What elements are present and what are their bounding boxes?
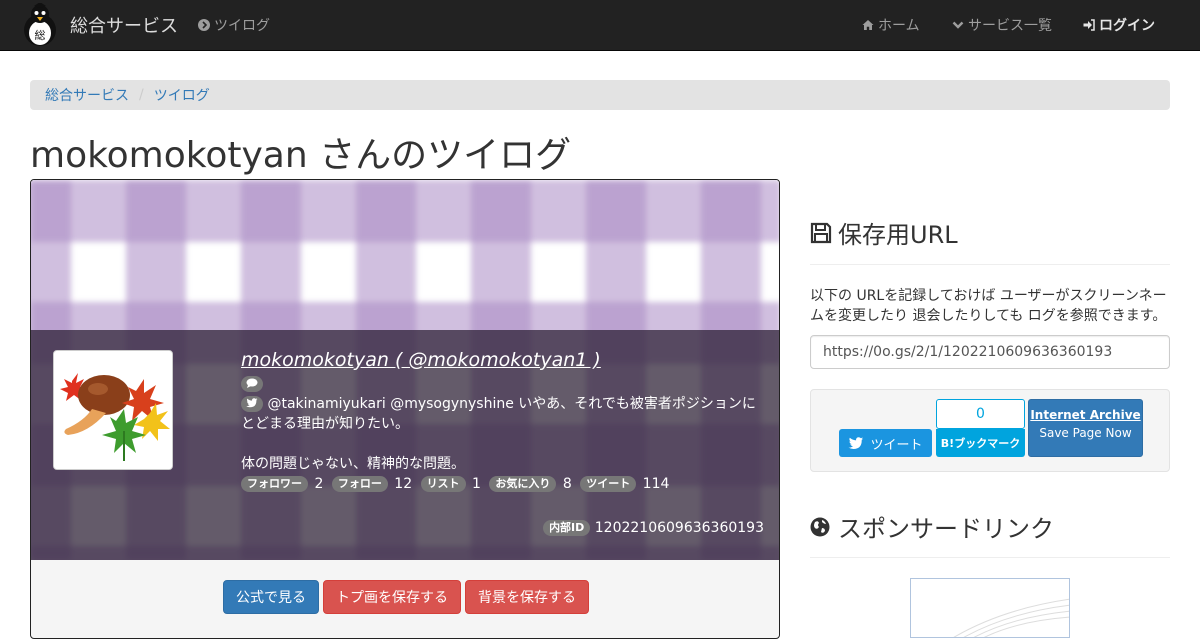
nav-home[interactable]: ホーム: [862, 0, 920, 50]
nav-services-label: サービス一覧: [968, 18, 1052, 34]
svg-text:総: 総: [35, 28, 46, 42]
profile-actions: 公式で見る トプ画を保存する 背景を保存する: [31, 580, 779, 614]
internet-archive-button[interactable]: Internet Archive Save Page Now: [1028, 399, 1143, 457]
globe-icon: [810, 517, 830, 536]
profile-bio-line2: 体の問題じゃない、精神的な問題。: [241, 456, 465, 472]
hatena-count: 0: [936, 399, 1025, 429]
navbar: 総 総合サービス ツイログ ホーム サービス一覧 ログイン: [0, 0, 1200, 51]
comment-icon: [246, 378, 258, 388]
stat-value-tweets: 114: [642, 476, 670, 492]
home-icon: [862, 20, 874, 30]
ad-image: [953, 598, 1069, 637]
hatena-bookmark-button[interactable]: B!ブックマーク: [936, 429, 1025, 457]
nav-services[interactable]: サービス一覧: [952, 0, 1052, 50]
profile-stats: フォロワー 2 フォロー 12 リスト 1 お気に入り 8 ツイート 114: [241, 474, 766, 494]
page-title: mokomokotyan さんのツイログ: [30, 135, 572, 176]
divider: [810, 557, 1170, 558]
bio-comment-badge: [241, 376, 263, 392]
avatar[interactable]: [53, 350, 173, 470]
twitter-bird-icon: [246, 398, 258, 408]
divider: [810, 264, 1170, 265]
stat-label-lists: リスト: [420, 476, 466, 492]
stat-label-favorites: お気に入り: [489, 476, 557, 492]
penguin-logo-icon: 総: [24, 3, 56, 46]
chevron-circle-right-icon: [198, 19, 210, 31]
save-avatar-button[interactable]: トプ画を保存する: [323, 580, 461, 614]
stat-label-followers: フォロワー: [241, 476, 308, 492]
stat-value-following: 12: [394, 476, 413, 492]
ad-banner[interactable]: [910, 578, 1070, 638]
brand-name: 総合サービス: [70, 16, 178, 37]
nav-home-label: ホーム: [878, 18, 920, 34]
internal-id: 内部ID 1202210609636360193: [543, 520, 764, 536]
stat-value-favorites: 8: [562, 476, 572, 492]
internal-id-label: 内部ID: [543, 520, 591, 536]
internet-archive-title: Internet Archive: [1030, 408, 1141, 422]
stat-label-tweets: ツイート: [580, 476, 637, 492]
brand-link[interactable]: 総 総合サービス: [20, 3, 178, 47]
nav-tweetlog[interactable]: ツイログ: [198, 0, 270, 50]
tweet-button-label: ツイート: [870, 437, 923, 453]
internet-archive-subtitle: Save Page Now: [1039, 426, 1132, 440]
tweet-button[interactable]: ツイート: [839, 429, 932, 457]
sign-in-icon: [1083, 19, 1095, 31]
breadcrumb-separator: /: [139, 87, 144, 103]
internal-id-value: 1202210609636360193: [594, 520, 764, 536]
profile-display-name-link[interactable]: mokomokotyan ( @mokomokotyan1 ): [241, 350, 601, 370]
breadcrumb-tweetlog[interactable]: ツイログ: [154, 85, 210, 105]
twitter-badge: [241, 396, 263, 412]
nav-login-label: ログイン: [1099, 18, 1155, 34]
save-url-description: 以下の URLを記録しておけば ユーザーがスクリーンネームを変更したり 退会した…: [810, 288, 1167, 324]
view-official-button[interactable]: 公式で見る: [223, 580, 319, 614]
save-background-button[interactable]: 背景を保存する: [465, 580, 589, 614]
sponsored-heading: スポンサードリンク: [810, 509, 1170, 544]
mushroom-maple-avatar-image: [54, 351, 172, 469]
share-panel: ツイート 0 B!ブックマーク Internet Archive Save Pa…: [810, 389, 1170, 472]
breadcrumb: 総合サービス / ツイログ: [30, 80, 1170, 110]
twitter-bird-icon: [848, 436, 864, 449]
save-url-field[interactable]: [810, 335, 1170, 369]
save-url-heading: 保存用URL: [810, 215, 1170, 250]
nav-login[interactable]: ログイン: [1083, 0, 1155, 50]
nav-tweetlog-label: ツイログ: [214, 18, 270, 34]
sponsored-heading-text: スポンサードリンク: [838, 515, 1054, 543]
hatena-bookmark[interactable]: 0 B!ブックマーク: [936, 399, 1025, 457]
profile-info: mokomokotyan ( @mokomokotyan1 ) @takinam…: [241, 350, 766, 494]
stat-label-following: フォロー: [331, 476, 388, 492]
breadcrumb-home[interactable]: 総合サービス: [45, 85, 129, 105]
floppy-disk-icon: [810, 222, 832, 243]
save-url-heading-text: 保存用URL: [838, 221, 958, 249]
chevron-down-icon: [952, 21, 964, 29]
profile-bio-line1: @takinamiyukari @mysogynyshine いやあ、それでも被…: [241, 396, 756, 432]
stat-value-lists: 1: [472, 476, 481, 492]
stat-value-followers: 2: [314, 476, 324, 492]
profile-panel: mokomokotyan ( @mokomokotyan1 ) @takinam…: [30, 179, 780, 639]
